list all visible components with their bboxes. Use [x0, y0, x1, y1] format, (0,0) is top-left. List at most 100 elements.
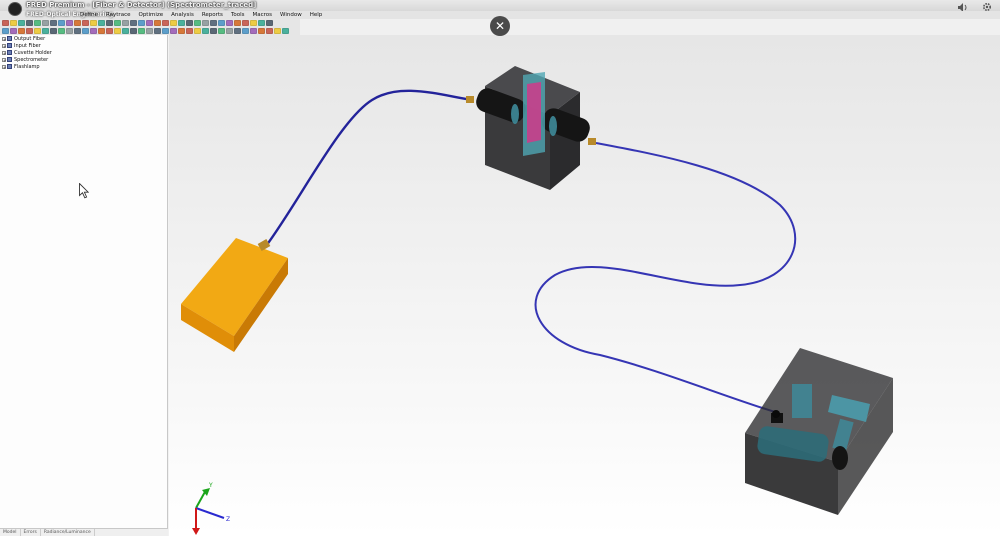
toolbar-button-icon[interactable] [162, 28, 169, 34]
toolbar-button-icon[interactable] [18, 28, 25, 34]
toolbar-button-icon[interactable] [58, 28, 65, 34]
toolbar-button-icon[interactable] [250, 28, 257, 34]
menu-item-define[interactable]: Define [80, 11, 98, 19]
toolbar-button-icon[interactable] [82, 28, 89, 34]
toolbar-button-icon[interactable] [138, 20, 145, 26]
mouse-cursor-icon [79, 182, 90, 203]
toolbar-button-icon[interactable] [170, 28, 177, 34]
toolbar-button-icon[interactable] [146, 20, 153, 26]
toolbar-button-icon[interactable] [74, 28, 81, 34]
3d-viewport[interactable]: Z Y [169, 35, 1000, 536]
tree-item-cuvette-holder[interactable]: + Cuvette Holder [2, 49, 52, 56]
tree-item-flashlamp[interactable]: + Flashlamp [2, 63, 52, 70]
menu-item-tools[interactable]: Tools [231, 11, 245, 19]
fiber-port [772, 410, 780, 418]
toolbar-button-icon[interactable] [266, 20, 273, 26]
toolbar-button-icon[interactable] [178, 28, 185, 34]
toolbar-button-icon[interactable] [106, 28, 113, 34]
collimating-mirror [792, 384, 812, 418]
toolbar-button-icon[interactable] [66, 20, 73, 26]
menu-item-help[interactable]: Help [310, 11, 323, 19]
toolbar-button-icon[interactable] [242, 28, 249, 34]
toolbar-button-icon[interactable] [10, 28, 17, 34]
toolbar-button-icon[interactable] [58, 20, 65, 26]
toolbar-button-icon[interactable] [202, 28, 209, 34]
toolbar-button-icon[interactable] [274, 28, 281, 34]
toolbar-button-icon[interactable] [66, 28, 73, 34]
toolbar-button-icon[interactable] [114, 20, 121, 26]
tree-item-label: Input Fiber [14, 42, 41, 49]
window-title: FRED Premium - [Fiber & Detector] (Spect… [26, 1, 257, 9]
tree-item-spectrometer[interactable]: + Spectrometer [2, 56, 52, 63]
expand-icon[interactable]: + [2, 64, 6, 69]
toolbar-button-icon[interactable] [154, 28, 161, 34]
toolbar-button-icon[interactable] [74, 20, 81, 26]
expand-icon[interactable]: + [2, 57, 6, 62]
toolbar-button-icon[interactable] [122, 28, 129, 34]
toolbar-button-icon[interactable] [226, 28, 233, 34]
toolbar-button-icon[interactable] [250, 20, 257, 26]
toolbar-button-icon[interactable] [130, 20, 137, 26]
toolbar-button-icon[interactable] [10, 20, 17, 26]
menu-item-optimize[interactable]: Optimize [138, 11, 163, 19]
toolbar-button-icon[interactable] [50, 28, 57, 34]
tree-item-output-fiber[interactable]: + Output Fiber [2, 35, 52, 42]
toolbar-button-icon[interactable] [154, 20, 161, 26]
toolbar-button-icon[interactable] [34, 28, 41, 34]
expand-icon[interactable]: + [2, 50, 6, 55]
toolbar-button-icon[interactable] [130, 28, 137, 34]
toolbar-button-icon[interactable] [26, 28, 33, 34]
toolbar-button-icon[interactable] [122, 20, 129, 26]
toolbar-button-icon[interactable] [18, 20, 25, 26]
toolbar-button-icon[interactable] [282, 28, 289, 34]
menu-item-macros[interactable]: Macros [253, 11, 273, 19]
toolbar-button-icon[interactable] [186, 20, 193, 26]
toolbar-button-icon[interactable] [138, 28, 145, 34]
toolbar-button-icon[interactable] [210, 20, 217, 26]
toolbar-button-icon[interactable] [202, 20, 209, 26]
tree-item-input-fiber[interactable]: + Input Fiber [2, 42, 52, 49]
tab-model[interactable]: Model [0, 529, 21, 536]
toolbar-button-icon[interactable] [2, 28, 9, 34]
toolbar-button-icon[interactable] [26, 20, 33, 26]
toolbar-button-icon[interactable] [34, 20, 41, 26]
toolbar-button-icon[interactable] [2, 20, 9, 26]
toolbar-button-icon[interactable] [114, 28, 121, 34]
menu-item-analysis[interactable]: Analysis [171, 11, 194, 19]
toolbar-button-icon[interactable] [218, 28, 225, 34]
toolbar-button-icon[interactable] [82, 20, 89, 26]
toolbar-button-icon[interactable] [90, 28, 97, 34]
toolbar-button-icon[interactable] [226, 20, 233, 26]
toolbar-button-icon[interactable] [194, 28, 201, 34]
tab-radiance-luminance[interactable]: Radiance/Luminance [41, 529, 95, 536]
toolbar-button-icon[interactable] [42, 20, 49, 26]
toolbar-button-icon[interactable] [266, 28, 273, 34]
toolbar-button-icon[interactable] [194, 20, 201, 26]
app-logo-icon [8, 2, 22, 16]
menu-item-raytrace[interactable]: Raytrace [106, 11, 131, 19]
toolbar-button-icon[interactable] [106, 20, 113, 26]
menu-item-reports[interactable]: Reports [202, 11, 223, 19]
close-button[interactable]: ✕ [490, 16, 510, 36]
toolbar-button-icon[interactable] [98, 28, 105, 34]
toolbar-button-icon[interactable] [258, 20, 265, 26]
toolbar-button-icon[interactable] [234, 28, 241, 34]
tab-errors[interactable]: Errors [21, 529, 41, 536]
toolbar-button-icon[interactable] [42, 28, 49, 34]
toolbar-button-icon[interactable] [242, 20, 249, 26]
expand-icon[interactable]: + [2, 43, 6, 48]
toolbar-button-icon[interactable] [218, 20, 225, 26]
toolbar-button-icon[interactable] [98, 20, 105, 26]
toolbar-button-icon[interactable] [234, 20, 241, 26]
expand-icon[interactable]: + [2, 36, 6, 41]
toolbar-button-icon[interactable] [178, 20, 185, 26]
toolbar-button-icon[interactable] [170, 20, 177, 26]
toolbar-button-icon[interactable] [210, 28, 217, 34]
menu-item-window[interactable]: Window [280, 11, 302, 19]
toolbar-button-icon[interactable] [186, 28, 193, 34]
toolbar-button-icon[interactable] [162, 20, 169, 26]
toolbar-button-icon[interactable] [258, 28, 265, 34]
toolbar-button-icon[interactable] [146, 28, 153, 34]
toolbar-button-icon[interactable] [50, 20, 57, 26]
toolbar-button-icon[interactable] [90, 20, 97, 26]
